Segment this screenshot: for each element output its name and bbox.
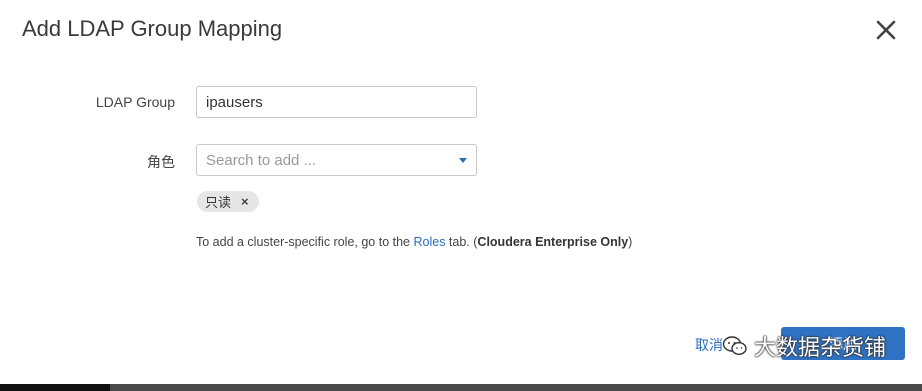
ldap-group-input[interactable] bbox=[196, 86, 477, 118]
help-text: To add a cluster-specific role, go to th… bbox=[196, 235, 632, 249]
help-middle: tab. ( bbox=[445, 235, 478, 249]
help-prefix: To add a cluster-specific role, go to th… bbox=[196, 235, 414, 249]
close-icon bbox=[876, 20, 896, 40]
cancel-button[interactable]: 取消 bbox=[695, 335, 723, 355]
wechat-icon bbox=[722, 336, 747, 356]
caret-down-icon[interactable] bbox=[459, 158, 467, 163]
ldap-group-label: LDAP Group bbox=[95, 94, 175, 110]
role-tag-label: 只读 bbox=[205, 195, 232, 210]
bottom-bar-segment bbox=[0, 384, 110, 391]
help-bold: Cloudera Enterprise Only bbox=[477, 235, 629, 249]
tag-remove-icon[interactable]: × bbox=[241, 194, 249, 209]
roles-link[interactable]: Roles bbox=[413, 235, 445, 249]
watermark: 大数据杂货铺 bbox=[722, 330, 886, 362]
role-label: 角色 bbox=[147, 154, 175, 170]
close-button[interactable] bbox=[874, 18, 898, 42]
role-search-placeholder: Search to add ... bbox=[206, 152, 317, 169]
role-tag: 只读 × bbox=[197, 191, 259, 212]
dialog-title: Add LDAP Group Mapping bbox=[22, 16, 283, 41]
help-suffix: ) bbox=[628, 235, 633, 249]
watermark-text: 大数据杂货铺 bbox=[754, 335, 887, 360]
bottom-bar bbox=[0, 384, 922, 391]
role-search-select[interactable]: Search to add ... bbox=[196, 144, 477, 176]
